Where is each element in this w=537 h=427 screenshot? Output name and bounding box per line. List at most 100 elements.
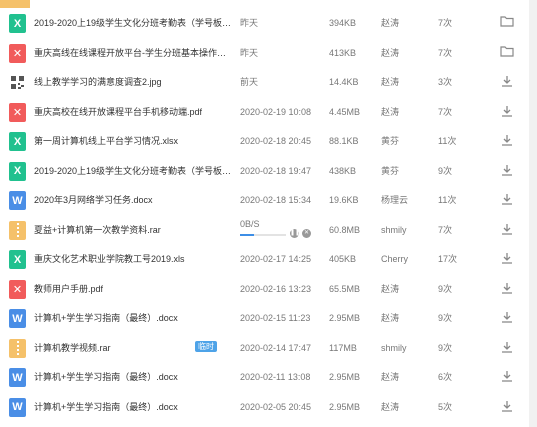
- doc-file-icon: W: [9, 191, 26, 210]
- file-row[interactable]: ✕ 重庆高线在线课程开放平台-学生分班基本操作流… 昨天 413KB 赵涛 7次: [0, 39, 537, 68]
- file-size: 4.45MB: [329, 106, 361, 117]
- file-date: 2020-02-14 17:47: [240, 342, 312, 353]
- file-owner: shmily: [381, 224, 407, 235]
- download-icon[interactable]: [500, 192, 516, 208]
- file-row[interactable]: 线上教学学习的满意度调查2.jpg 前天 14.4KB 赵涛 3次: [0, 68, 537, 97]
- xls-file-icon: X: [9, 250, 26, 269]
- download-icon[interactable]: [500, 281, 516, 297]
- file-size: 394KB: [329, 18, 357, 28]
- download-icon[interactable]: [500, 133, 516, 149]
- download-count: 9次: [438, 283, 453, 294]
- file-name[interactable]: 重庆高校在线开放课程平台手机移动端.pdf: [34, 106, 234, 118]
- file-row[interactable]: X 2019-2020上19级学生文化分班考勤表（学号板… 2020-02-18 1…: [0, 157, 537, 186]
- file-owner: shmily: [381, 342, 407, 353]
- file-date: 2020-02-19 10:08: [240, 106, 312, 117]
- download-icon[interactable]: [500, 251, 516, 267]
- file-size: 438KB: [329, 165, 357, 176]
- file-name[interactable]: 夏益+计算机第一次教学资料.rar: [34, 224, 234, 236]
- download-icon[interactable]: [500, 340, 516, 356]
- file-row[interactable]: ✕ 教师用户手册.pdf 2020-02-16 13:23 65.5MB 赵涛 9次: [0, 275, 537, 304]
- pause-icon[interactable]: ❚❚: [290, 228, 300, 238]
- file-name[interactable]: 2019-2020上19级学生文化分班考勤表（学号板…: [34, 165, 234, 177]
- file-owner: 赵涛: [381, 401, 400, 412]
- download-count: 9次: [438, 342, 453, 353]
- file-row[interactable]: ✕ 重庆高校在线开放课程平台手机移动端.pdf 2020-02-19 10:08 4.…: [0, 98, 537, 127]
- file-row[interactable]: X 重庆文化艺术职业学院教工号2019.xls 2020-02-17 14:25 40…: [0, 245, 537, 274]
- file-name[interactable]: 计算机+学生学习指南（最终）.docx: [34, 312, 234, 324]
- rar-file-icon: [9, 220, 26, 240]
- download-count: 17次: [438, 254, 458, 264]
- progress-fill: [240, 233, 254, 236]
- file-name[interactable]: 计算机+学生学习指南（最终）.docx: [34, 401, 234, 413]
- file-size: 88.1KB: [329, 136, 359, 146]
- folder-icon[interactable]: [500, 15, 516, 31]
- download-icon[interactable]: [500, 222, 516, 238]
- file-row[interactable]: 夏益+计算机第一次教学资料.rar 0B/S ❚❚ ✕ 60.8MB shmily 7次: [0, 216, 537, 245]
- scrollbar[interactable]: [529, 0, 537, 427]
- file-size: 405KB: [329, 254, 357, 264]
- file-size: 2.95MB: [329, 401, 361, 412]
- file-row[interactable]: X 第一周计算机线上平台学习情况.xlsx 2020-02-18 20:45 88.1…: [0, 127, 537, 156]
- file-date: 2020-02-18 20:45: [240, 136, 312, 146]
- file-row[interactable]: W 计算机+学生学习指南（最终）.docx 2020-02-15 11:23 2.95…: [0, 304, 537, 333]
- temporary-badge: 临时: [195, 340, 217, 352]
- download-progress: 0B/S ❚❚ ✕: [240, 219, 315, 241]
- file-date: 2020-02-18 15:34: [240, 195, 312, 205]
- file-owner: 杨理云: [381, 195, 409, 205]
- file-owner: 黄芬: [381, 136, 400, 146]
- file-row[interactable]: W 2020年3月网络学习任务.docx 2020-02-18 15:34 19.6K…: [0, 186, 537, 215]
- download-speed: 0B/S: [240, 218, 260, 229]
- file-date: 昨天: [240, 47, 259, 58]
- file-owner: 黄芬: [381, 165, 400, 176]
- file-size: 117MB: [329, 342, 357, 353]
- file-row[interactable]: W 计算机+学生学习指南（最终）.docx 2020-02-05 20:45 2.95…: [0, 393, 537, 422]
- file-name[interactable]: 线上教学学习的满意度调查2.jpg: [34, 76, 234, 88]
- file-date: 昨天: [240, 18, 259, 28]
- pdf-file-icon: ✕: [9, 102, 26, 122]
- file-date: 2020-02-11 13:08: [240, 372, 311, 382]
- download-count: 3次: [438, 77, 453, 87]
- doc-file-icon: W: [9, 368, 26, 387]
- file-size: 2.95MB: [329, 372, 361, 382]
- file-list: X 2019-2020上19级学生文化分班考勤表（学号板… 昨天 394KB 赵涛 7次 ✕…: [0, 0, 537, 427]
- download-count: 9次: [438, 165, 453, 176]
- file-name[interactable]: 重庆高线在线课程开放平台-学生分班基本操作流…: [34, 47, 234, 59]
- file-owner: 赵涛: [381, 313, 400, 323]
- download-icon[interactable]: [500, 369, 516, 385]
- file-size: 14.4KB: [329, 77, 359, 87]
- download-icon[interactable]: [500, 310, 516, 326]
- file-size: 60.8MB: [329, 224, 361, 235]
- file-owner: 赵涛: [381, 372, 400, 382]
- file-row[interactable]: X 2019-2020上19级学生文化分班考勤表（学号板… 昨天 394KB 赵涛 7次: [0, 9, 537, 38]
- file-date: 2020-02-18 19:47: [240, 165, 312, 176]
- file-name[interactable]: 第一周计算机线上平台学习情况.xlsx: [34, 135, 234, 147]
- file-name[interactable]: 2019-2020上19级学生文化分班考勤表（学号板…: [34, 17, 234, 29]
- file-row[interactable]: 计算机教学视频.rar 临时 2020-02-14 17:47 117MB shmily…: [0, 334, 537, 363]
- file-size: 413KB: [329, 47, 357, 58]
- cancel-icon[interactable]: ✕: [302, 228, 311, 238]
- progress-bar: [240, 233, 286, 236]
- doc-file-icon: W: [9, 309, 26, 328]
- file-owner: 赵涛: [381, 106, 400, 117]
- doc-file-icon: W: [9, 397, 26, 417]
- download-icon[interactable]: [500, 399, 516, 415]
- download-count: 7次: [438, 47, 453, 58]
- folder-icon[interactable]: [500, 45, 516, 61]
- rar-file-icon: [9, 338, 26, 358]
- download-icon[interactable]: [500, 163, 516, 179]
- file-name[interactable]: 重庆文化艺术职业学院教工号2019.xls: [34, 253, 234, 265]
- file-row[interactable]: W 计算机+学生学习指南（最终）.docx 2020-02-11 13:08 2.95…: [0, 363, 537, 392]
- download-count: 11次: [438, 136, 457, 146]
- file-size: 2.95MB: [329, 313, 361, 323]
- download-count: 9次: [438, 313, 453, 323]
- file-date: 2020-02-15 11:23: [240, 313, 311, 323]
- file-name[interactable]: 2020年3月网络学习任务.docx: [34, 194, 234, 206]
- download-icon[interactable]: [500, 74, 516, 90]
- file-owner: 赵涛: [381, 283, 400, 294]
- file-name[interactable]: 教师用户手册.pdf: [34, 283, 234, 295]
- download-icon[interactable]: [500, 104, 516, 120]
- download-count: 6次: [438, 372, 453, 382]
- pdf-file-icon: ✕: [9, 43, 26, 63]
- download-count: 7次: [438, 224, 453, 235]
- file-name[interactable]: 计算机+学生学习指南（最终）.docx: [34, 371, 234, 383]
